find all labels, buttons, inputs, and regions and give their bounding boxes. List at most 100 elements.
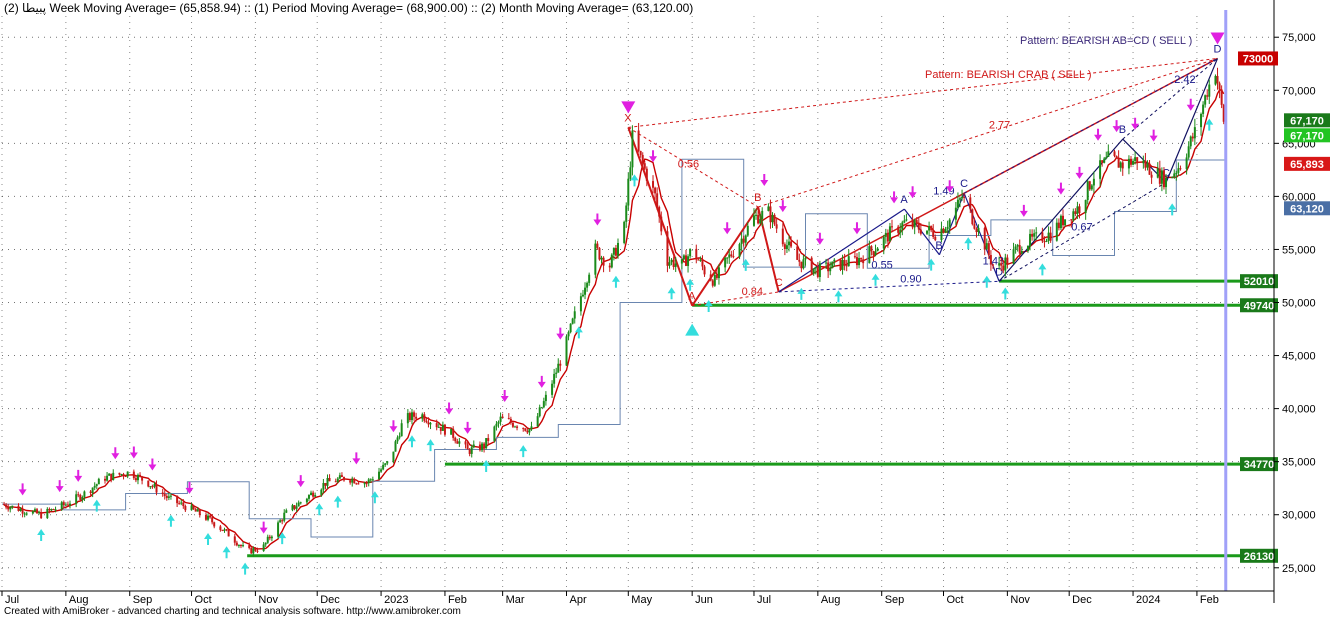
candle-body	[423, 414, 426, 421]
candle-body	[136, 474, 139, 481]
candle-body	[682, 255, 685, 260]
candle-body	[1043, 241, 1046, 243]
candle-body	[293, 505, 296, 509]
ratio-label: 2.77	[989, 119, 1010, 131]
candle-body	[701, 259, 704, 267]
candle-body	[365, 483, 368, 485]
candle-body	[429, 423, 432, 425]
candle-body	[1059, 215, 1062, 229]
candle-body	[860, 258, 863, 260]
candle-body	[629, 167, 632, 179]
candle-body	[7, 507, 10, 510]
candle-body	[1020, 250, 1023, 254]
candle-body	[322, 482, 325, 490]
candle-body	[33, 509, 36, 512]
candle-body	[297, 502, 300, 507]
candle-body	[425, 420, 428, 423]
candle-body	[915, 220, 918, 223]
candle-body	[3, 504, 6, 506]
candle-body	[528, 428, 531, 433]
candle-body	[439, 426, 442, 431]
candle-body	[456, 441, 459, 444]
candle-body	[773, 214, 776, 225]
x-tick-label: 2023	[384, 594, 408, 606]
candle-body	[458, 441, 461, 444]
candle-body	[277, 522, 280, 537]
candle-body	[596, 243, 599, 248]
candle-body	[342, 477, 345, 481]
candle-body	[466, 444, 469, 450]
candle-body	[400, 423, 403, 437]
candle-body	[108, 473, 111, 476]
price-chart[interactable]: 52010497403477026130 XABCABCDBCD0.560.84…	[0, 0, 1336, 619]
candle-body	[1175, 172, 1178, 174]
candle-body	[223, 529, 226, 531]
candle-body	[1105, 157, 1108, 159]
candle-body	[163, 494, 166, 496]
y-tick-label: 35,000	[1282, 457, 1316, 469]
candle-body	[104, 478, 107, 481]
candle-body	[89, 491, 92, 493]
candle-body	[913, 220, 916, 228]
candle-body	[623, 221, 626, 243]
candle-body	[413, 412, 416, 417]
candle-body	[658, 206, 661, 217]
candle-body	[110, 473, 113, 480]
candle-body	[153, 484, 156, 487]
candle-body	[1129, 158, 1132, 165]
candle-body	[991, 264, 994, 266]
pattern-title: Pattern: BEARISH CRAB ( SELL )	[925, 69, 1091, 81]
candle-body	[732, 256, 735, 258]
candle-body	[775, 224, 778, 229]
candle-body	[963, 196, 966, 198]
candle-body	[122, 474, 125, 477]
candle-body	[406, 413, 409, 424]
candle-body	[470, 447, 473, 454]
candle-body	[483, 443, 486, 449]
candle-body	[703, 266, 706, 275]
candle-body	[917, 222, 920, 230]
candle-body	[769, 206, 772, 223]
candle-body	[742, 238, 745, 243]
candle-body	[553, 373, 556, 384]
candle-body	[48, 508, 51, 511]
candle-body	[1165, 177, 1168, 188]
candle-body	[68, 503, 71, 506]
candle-body	[536, 416, 539, 427]
candle-body	[625, 205, 628, 222]
candle-body	[1086, 181, 1089, 201]
candle-body	[320, 489, 323, 496]
candle-body	[573, 311, 576, 319]
x-tick-label: Apr	[569, 594, 586, 606]
candle-body	[905, 219, 908, 221]
candle-body	[956, 199, 959, 208]
candle-body	[740, 238, 743, 245]
candle-body	[207, 515, 210, 520]
candle-body	[798, 259, 801, 262]
candle-body	[209, 515, 212, 518]
candle-body	[1189, 136, 1192, 147]
candle-body	[118, 472, 121, 475]
candle-body	[886, 232, 889, 242]
candle-body	[540, 407, 543, 409]
candle-body	[1204, 95, 1207, 105]
candle-body	[569, 323, 572, 333]
candle-body	[977, 227, 980, 233]
candle-body	[862, 259, 865, 264]
candle-body	[715, 274, 718, 279]
candle-body	[266, 536, 269, 543]
candle-body	[167, 496, 170, 498]
price-tag-label: 63,120	[1290, 203, 1324, 215]
candle-body	[487, 438, 490, 441]
candle-body	[369, 479, 372, 481]
candle-body	[926, 230, 929, 234]
candle-body	[1150, 174, 1153, 178]
candle-body	[899, 229, 902, 233]
candle-body	[11, 505, 14, 508]
candle-body	[1002, 265, 1005, 271]
candle-body	[46, 508, 49, 519]
candle-body	[328, 478, 331, 482]
candle-body	[256, 550, 259, 552]
candle-body	[165, 495, 168, 498]
candle-body	[421, 414, 424, 419]
